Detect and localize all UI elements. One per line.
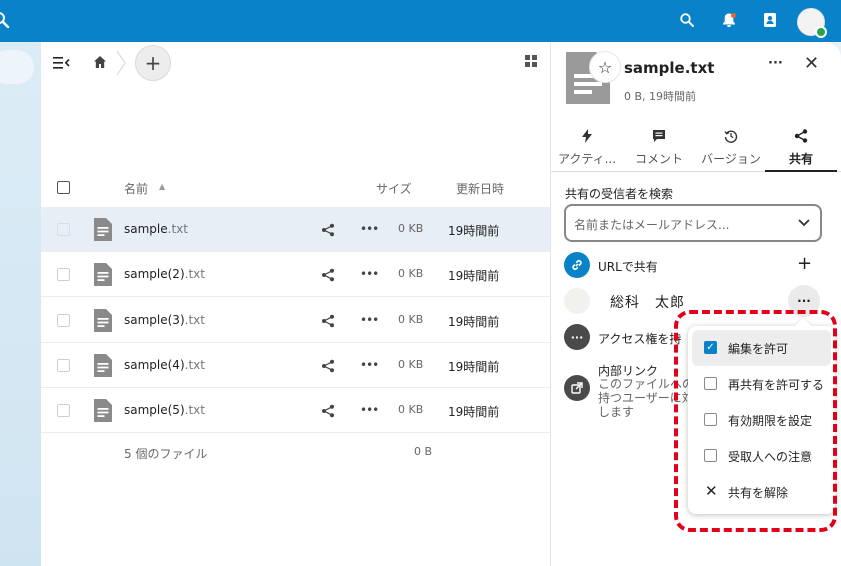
share-link-label: URLで共有 [598, 260, 658, 274]
grid-view-icon[interactable] [525, 55, 537, 67]
top-bar [0, 0, 841, 42]
column-size[interactable]: サイズ [376, 180, 412, 197]
tab-versions[interactable]: バージョン [695, 124, 767, 172]
file-size: 0 KB [398, 222, 424, 235]
add-share-link-button[interactable]: + [797, 253, 812, 274]
file-name[interactable]: sample.txt [124, 222, 188, 236]
file-modified: 19時間前 [448, 224, 500, 238]
toggle-navigation-icon[interactable] [53, 56, 71, 70]
annotation-highlight [674, 310, 837, 532]
row-checkbox[interactable] [57, 358, 70, 372]
history-icon [695, 124, 767, 146]
share-recipient-placeholder: 名前またはメールアドレス... [574, 218, 730, 232]
more-actions-icon[interactable]: ••• [360, 222, 379, 236]
link-icon [564, 252, 590, 278]
others-with-access-label: アクセス権を持 [598, 332, 682, 346]
select-all-checkbox[interactable] [57, 181, 70, 194]
share-icon[interactable] [321, 359, 335, 373]
more-actions-icon[interactable]: ••• [360, 358, 379, 372]
more-actions-icon[interactable]: ··· [768, 56, 783, 71]
file-name[interactable]: sample(3).txt [124, 313, 205, 327]
file-modified: 19時間前 [448, 359, 500, 374]
app-navigation [0, 42, 41, 566]
new-file-button[interactable]: + [135, 45, 171, 81]
share-icon[interactable] [321, 314, 335, 328]
sidebar-file-title: sample.txt [624, 59, 715, 77]
text-file-icon [94, 263, 112, 287]
table-row[interactable]: sample(3).txt ••• 0 KB 19時間前 [41, 298, 550, 343]
file-name[interactable]: sample(5).txt [124, 403, 205, 417]
share-icon[interactable] [321, 404, 335, 418]
tab-sharing[interactable]: 共有 [765, 124, 837, 172]
sidebar-tabs: アクティ... コメント バージョン 共有 [551, 124, 841, 172]
file-modified: 19時間前 [448, 405, 500, 420]
more-actions-icon[interactable]: ••• [360, 267, 379, 281]
external-link-icon[interactable] [564, 375, 590, 401]
bell-icon[interactable] [719, 10, 739, 30]
share-recipient-select[interactable]: 名前またはメールアドレス... [564, 204, 822, 242]
share-search-label: 共有の受信者を検索 [565, 187, 674, 201]
table-row[interactable]: sample(4).txt ••• 0 KB 19時間前 [41, 343, 550, 388]
search-icon[interactable] [0, 10, 12, 29]
file-size: 0 KB [398, 357, 424, 371]
row-checkbox[interactable] [57, 313, 70, 327]
share-icon[interactable] [321, 223, 335, 237]
more-actions-icon[interactable]: ••• [360, 403, 379, 417]
contacts-icon[interactable] [760, 10, 780, 30]
share-user-name: 総科 太郎 [610, 295, 685, 311]
nav-item-selected[interactable] [0, 50, 34, 84]
tab-activity[interactable]: アクティ... [551, 124, 623, 172]
more-icon: ··· [564, 324, 590, 350]
text-file-icon [94, 399, 112, 423]
text-file-icon [94, 218, 112, 241]
column-name[interactable]: 名前 [124, 180, 148, 197]
file-list-summary: 5 個のファイル 0 B [41, 434, 550, 472]
share-icon[interactable] [321, 268, 335, 282]
total-size: 0 B [414, 445, 433, 458]
chevron-down-icon [797, 215, 811, 229]
text-file-icon [94, 353, 112, 377]
column-modified[interactable]: 更新日時 [456, 180, 504, 197]
table-row[interactable]: sample(5).txt ••• 0 KB 19時間前 [41, 388, 550, 434]
file-size: 0 KB [398, 403, 424, 417]
share-icon [765, 124, 837, 146]
plus-icon: + [144, 51, 162, 75]
share-link-row: URLで共有 + [564, 252, 822, 278]
text-file-icon [94, 308, 112, 332]
file-size: 0 KB [398, 312, 424, 326]
table-row[interactable]: sample.txt ••• 0 KB 19時間前 [41, 207, 550, 252]
file-modified: 19時間前 [448, 269, 500, 284]
file-modified: 19時間前 [448, 314, 500, 329]
row-checkbox[interactable] [57, 268, 70, 282]
activity-icon [551, 124, 623, 146]
file-size: 0 KB [398, 267, 424, 281]
favorite-star-icon[interactable]: ☆ [589, 51, 621, 83]
more-actions-icon[interactable]: ••• [360, 313, 379, 327]
sidebar-file-subtitle: 0 B, 19時間前 [624, 90, 697, 103]
search-icon[interactable] [677, 10, 697, 30]
row-checkbox[interactable] [57, 404, 70, 418]
file-list-header: 名前 ▲ サイズ 更新日時 [41, 170, 550, 204]
avatar [564, 288, 590, 314]
user-avatar[interactable] [797, 8, 827, 38]
breadcrumb-separator [116, 50, 126, 76]
sort-ascending-icon: ▲ [159, 182, 166, 191]
file-list-area: + 名前 ▲ サイズ 更新日時 sample.txt ••• 0 KB 19時間前 sa… [41, 42, 550, 566]
file-name[interactable]: sample(2).txt [124, 267, 205, 281]
online-status-badge [815, 26, 827, 38]
file-name[interactable]: sample(4).txt [124, 358, 205, 372]
row-checkbox[interactable] [57, 223, 70, 236]
comment-icon [623, 124, 695, 146]
table-row[interactable]: sample(2).txt ••• 0 KB 19時間前 [41, 252, 550, 298]
tab-comments[interactable]: コメント [623, 124, 695, 172]
home-icon[interactable] [93, 55, 107, 69]
close-icon[interactable]: ✕ [804, 53, 819, 74]
file-count: 5 個のファイル [124, 447, 208, 461]
